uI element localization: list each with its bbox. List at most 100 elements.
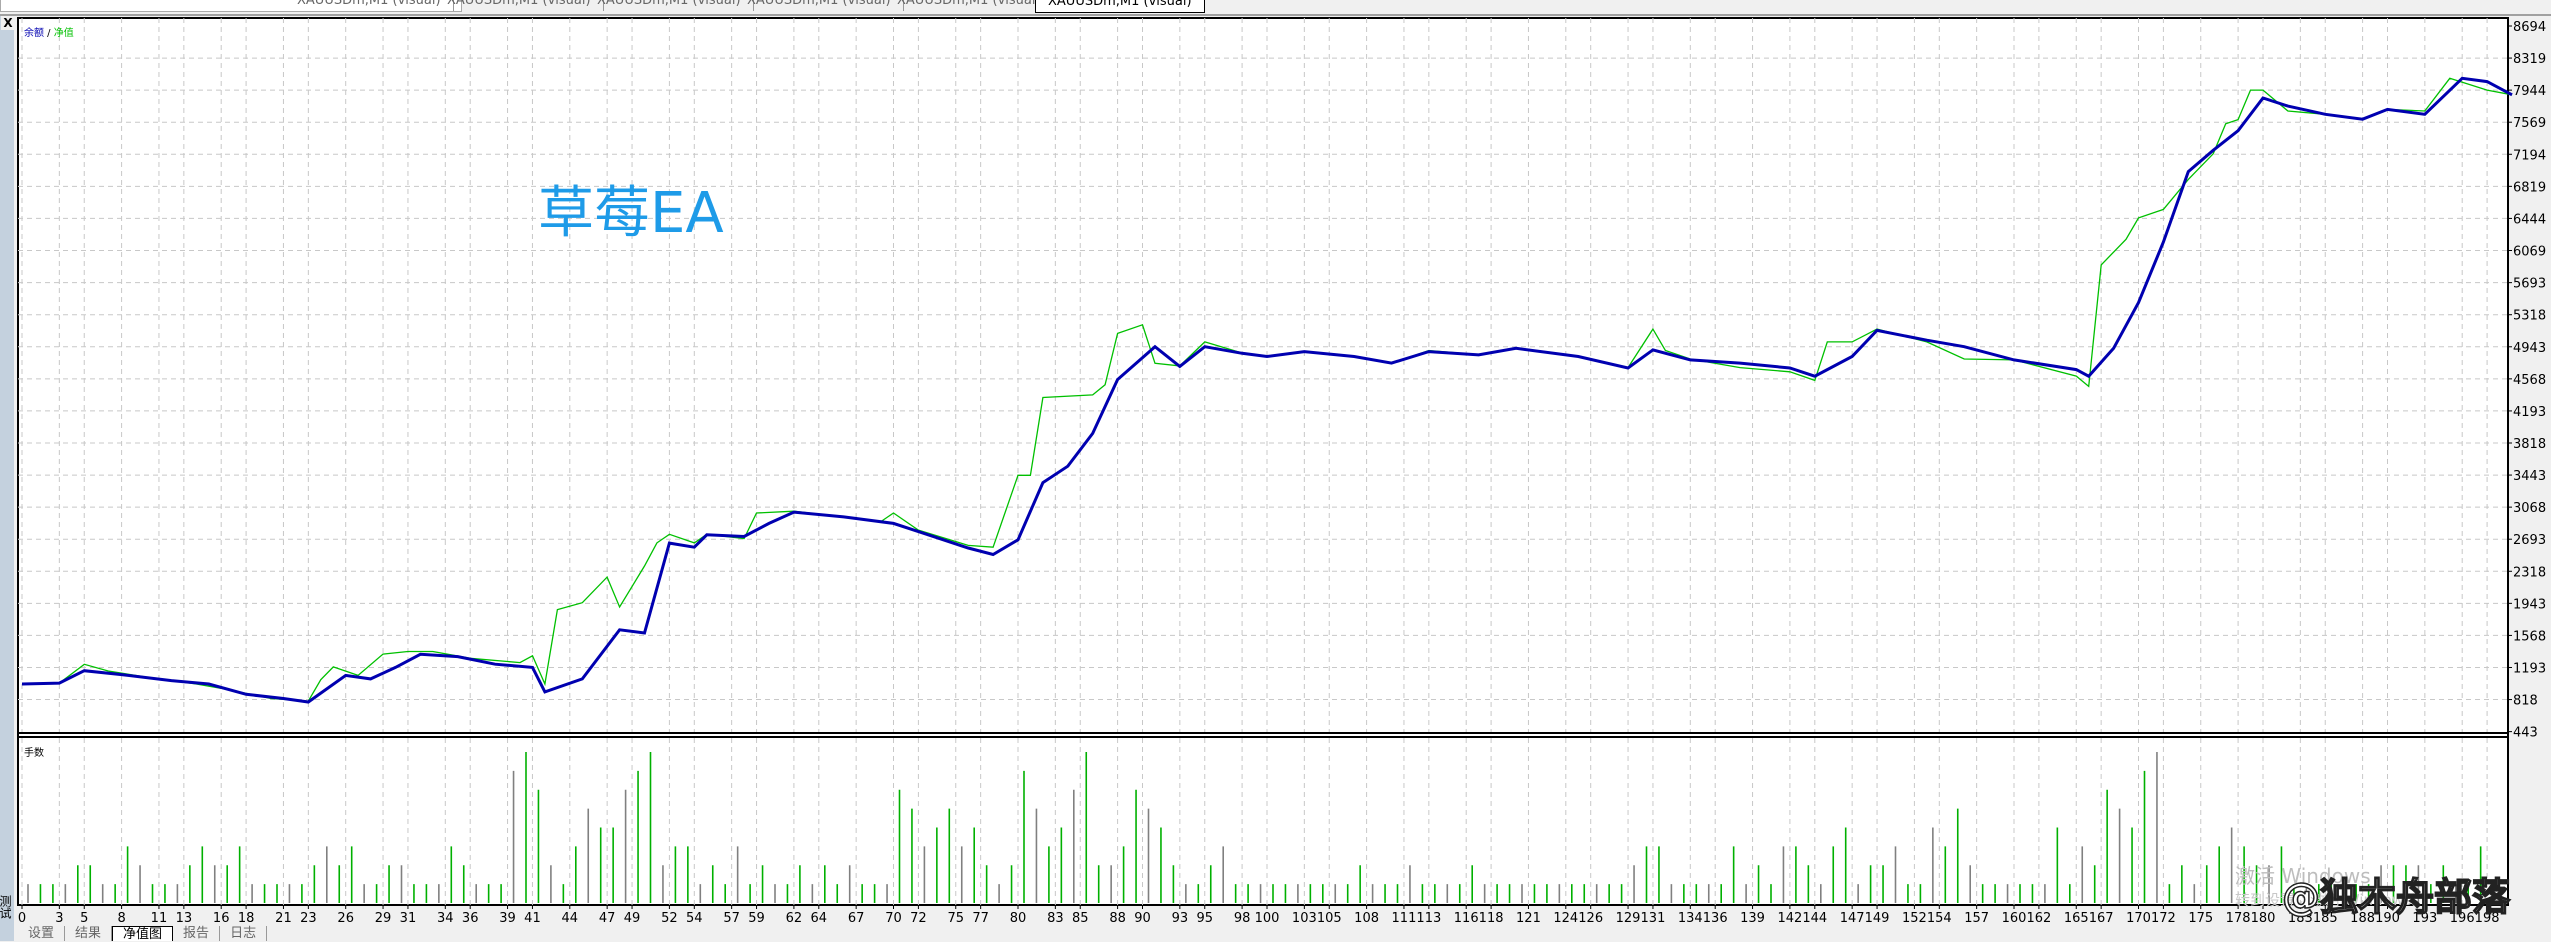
- y-tick-label: 3818: [2513, 437, 2546, 452]
- x-tick-label: 90: [1134, 911, 1151, 926]
- x-tick-label: 175: [2188, 911, 2213, 926]
- x-tick-label: 165: [2064, 911, 2089, 926]
- x-tick-label: 29: [375, 911, 392, 926]
- tab-0[interactable]: 设置: [18, 926, 66, 941]
- x-tick-label: 121: [1516, 911, 1541, 926]
- x-tick-label: 62: [786, 911, 803, 926]
- x-tick-label: 44: [562, 911, 579, 926]
- y-tick-label: 3068: [2513, 501, 2546, 516]
- x-tick-label: 116: [1454, 911, 1479, 926]
- x-tick-label: 167: [2089, 911, 2114, 926]
- y-tick-label: 7569: [2513, 116, 2546, 131]
- x-tick-label: 67: [848, 911, 865, 926]
- x-tick-label: 21: [275, 911, 292, 926]
- y-tick-label: 6819: [2513, 180, 2546, 195]
- x-tick-label: 103: [1292, 911, 1317, 926]
- y-tick-label: 6069: [2513, 244, 2546, 259]
- x-tick-label: 105: [1317, 911, 1342, 926]
- x-tick-label: 72: [910, 911, 927, 926]
- x-tick-label: 23: [300, 911, 317, 926]
- x-tick-label: 147: [1840, 911, 1865, 926]
- x-tick-label: 95: [1196, 911, 1213, 926]
- x-tick-label: 8: [117, 911, 125, 926]
- legend-separator: /: [44, 28, 54, 39]
- x-tick-label: 113: [1416, 911, 1441, 926]
- x-tick-label: 88: [1109, 911, 1126, 926]
- x-tick-label: 70: [885, 911, 902, 926]
- x-tick-label: 180: [2251, 911, 2276, 926]
- tab-2[interactable]: 净值图: [112, 926, 174, 942]
- plot-area: [17, 17, 2509, 906]
- y-tick-label: 4193: [2513, 405, 2546, 420]
- x-tick-label: 162: [2026, 911, 2051, 926]
- y-tick-label: 818: [2513, 694, 2538, 709]
- chart-legend: 余额 / 净值: [24, 26, 74, 39]
- x-tick-label: 11: [151, 911, 168, 926]
- x-tick-label: 157: [1964, 911, 1989, 926]
- x-tick-label: 5: [80, 911, 88, 926]
- x-tick-label: 31: [400, 911, 417, 926]
- x-tick-label: 39: [499, 911, 516, 926]
- lots-pane-title: 手数: [24, 746, 44, 759]
- legend-balance: 余额: [24, 26, 44, 39]
- x-tick-label: 16: [213, 911, 230, 926]
- x-tick-label: 100: [1255, 911, 1280, 926]
- x-tick-label: 124: [1553, 911, 1578, 926]
- x-tick-label: 154: [1927, 911, 1952, 926]
- y-tick-label: 1568: [2513, 629, 2546, 644]
- x-tick-label: 131: [1641, 911, 1666, 926]
- y-tick-label: 2318: [2513, 565, 2546, 580]
- y-tick-label: 7194: [2513, 148, 2546, 163]
- x-tick-label: 41: [524, 911, 541, 926]
- y-tick-label: 443: [2513, 726, 2538, 741]
- tester-tabs: 设置 结果 净值图 报告 日志: [18, 926, 268, 942]
- x-tick-label: 136: [1703, 911, 1728, 926]
- x-tick-label: 139: [1740, 911, 1765, 926]
- x-tick-label: 52: [661, 911, 678, 926]
- x-tick-label: 34: [437, 911, 454, 926]
- x-tick-label: 57: [723, 911, 740, 926]
- x-tick-label: 85: [1072, 911, 1089, 926]
- y-tick-label: 5318: [2513, 309, 2546, 324]
- x-tick-label: 108: [1354, 911, 1379, 926]
- x-tick-label: 26: [337, 911, 354, 926]
- x-tick-label: 149: [1865, 911, 1890, 926]
- x-tick-label: 129: [1616, 911, 1641, 926]
- brand-watermark: @独木舟部落: [2281, 874, 2511, 920]
- y-tick-label: 3443: [2513, 469, 2546, 484]
- tab-4[interactable]: 日志: [220, 926, 268, 941]
- y-tick-label: 6444: [2513, 212, 2546, 227]
- x-tick-label: 83: [1047, 911, 1064, 926]
- overlay-title: 草莓EA: [538, 181, 724, 246]
- x-tick-label: 98: [1234, 911, 1251, 926]
- x-tick-label: 178: [2226, 911, 2251, 926]
- x-tick-label: 126: [1578, 911, 1603, 926]
- y-tick-label: 4568: [2513, 373, 2546, 388]
- x-tick-label: 134: [1678, 911, 1703, 926]
- x-tick-label: 160: [2002, 911, 2027, 926]
- x-tick-label: 3: [55, 911, 63, 926]
- x-tick-label: 59: [748, 911, 765, 926]
- equity-chart: 8694831979447569719468196444606956935318…: [17, 17, 2546, 926]
- tab-3[interactable]: 报告: [173, 926, 221, 941]
- x-tick-label: 144: [1802, 911, 1827, 926]
- x-tick-label: 80: [1010, 911, 1027, 926]
- x-tick-label: 77: [972, 911, 989, 926]
- tab-1[interactable]: 结果: [65, 926, 113, 941]
- x-tick-label: 142: [1777, 911, 1802, 926]
- x-tick-label: 111: [1392, 911, 1417, 926]
- x-tick-label: 75: [947, 911, 964, 926]
- x-tick-label: 152: [1902, 911, 1927, 926]
- x-tick-label: 118: [1479, 911, 1504, 926]
- x-tick-label: 13: [176, 911, 193, 926]
- y-tick-label: 1193: [2513, 661, 2546, 676]
- y-tick-label: 1943: [2513, 597, 2546, 612]
- x-tick-label: 18: [238, 911, 255, 926]
- x-tick-label: 170: [2126, 911, 2151, 926]
- y-tick-label: 5693: [2513, 277, 2546, 292]
- x-tick-label: 0: [18, 911, 26, 926]
- x-tick-label: 47: [599, 911, 616, 926]
- y-tick-label: 8694: [2513, 20, 2546, 35]
- x-tick-label: 172: [2151, 911, 2176, 926]
- y-tick-label: 4943: [2513, 341, 2546, 356]
